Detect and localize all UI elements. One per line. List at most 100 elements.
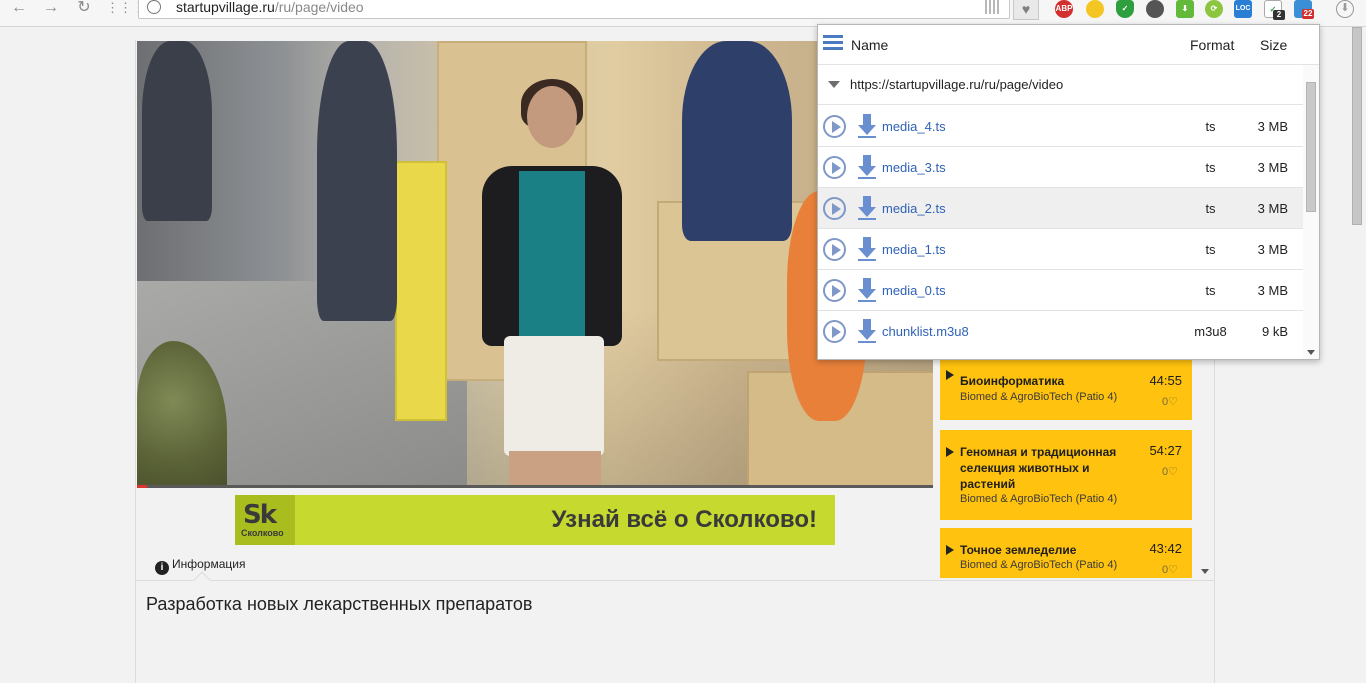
popup-scrollbar-thumb[interactable] — [1306, 82, 1316, 212]
column-format[interactable]: Format — [1190, 37, 1234, 53]
play-circle-icon[interactable] — [823, 156, 846, 179]
file-size: 3 MB — [1257, 201, 1288, 216]
file-row[interactable]: chunklist.m3u8 m3u8 9 kB — [818, 311, 1303, 352]
site-info-icon[interactable] — [147, 0, 161, 14]
video-speaker-legs — [509, 451, 601, 488]
file-row[interactable]: media_1.ts ts 3 MB — [818, 229, 1303, 270]
playlist-item-duration: 43:42 — [1149, 541, 1182, 556]
reload-icon[interactable]: ↻ — [73, 0, 95, 20]
playlist-item[interactable]: Биоинформатика 44:55 Biomed & AgroBioTec… — [940, 360, 1192, 420]
file-size: 3 MB — [1257, 242, 1288, 257]
browser-menu-icon[interactable]: ⬇ — [1336, 0, 1354, 18]
skolkovo-logo: Sk Сколково — [235, 495, 295, 545]
playlist-item-likes[interactable]: 0♡ — [1162, 563, 1178, 576]
scroll-down-icon[interactable] — [1201, 569, 1209, 574]
file-name[interactable]: media_2.ts — [882, 201, 946, 216]
download-icon[interactable] — [858, 278, 876, 303]
file-row[interactable]: media_2.ts ts 3 MB — [818, 188, 1303, 229]
loc-label: LOC — [1235, 5, 1251, 12]
logo-subtitle: Сколково — [241, 528, 284, 538]
file-name[interactable]: media_3.ts — [882, 160, 946, 175]
menu-icon[interactable] — [823, 35, 843, 51]
page-scrollbar-thumb[interactable] — [1352, 27, 1362, 225]
evernote-icon[interactable] — [1146, 0, 1164, 18]
scroll-down-icon[interactable] — [1307, 350, 1315, 355]
file-row[interactable]: media_3.ts ts 3 MB — [818, 147, 1303, 188]
address-url: startupvillage.ru/ru/page/video — [176, 0, 364, 15]
file-size: 9 kB — [1261, 324, 1288, 339]
file-name[interactable]: media_0.ts — [882, 283, 946, 298]
playlist-item-subtitle: Biomed & AgroBioTech (Patio 4) — [960, 391, 1118, 403]
playlist-scrollbar[interactable] — [1198, 350, 1212, 578]
play-circle-icon[interactable] — [823, 238, 846, 261]
playlist-item-likes[interactable]: 0♡ — [1162, 465, 1178, 478]
loc-extension-icon[interactable]: LOC — [1234, 0, 1252, 18]
video-progress-bar[interactable] — [137, 485, 933, 488]
file-size: 3 MB — [1257, 119, 1288, 134]
tab-info-label: Информация — [172, 557, 246, 571]
ring-extension-icon[interactable] — [1086, 0, 1104, 18]
playlist-item-subtitle: Biomed & AgroBioTech (Patio 4) — [960, 559, 1118, 571]
play-icon — [946, 545, 954, 555]
file-row[interactable]: media_4.ts ts 3 MB — [818, 106, 1303, 147]
playlist-item[interactable]: Точное земледелие 43:42 Biomed & AgroBio… — [940, 528, 1192, 578]
play-circle-icon[interactable] — [823, 115, 846, 138]
address-bar[interactable]: startupvillage.ru/ru/page/video — [138, 0, 1010, 19]
video-yellow-panel — [395, 161, 447, 421]
file-name[interactable]: media_4.ts — [882, 119, 946, 134]
file-name[interactable]: chunklist.m3u8 — [882, 324, 969, 339]
adblock-icon[interactable]: ABP — [1055, 0, 1073, 18]
playlist-item-likes[interactable]: 0♡ — [1162, 395, 1178, 408]
back-icon[interactable]: ← — [8, 0, 30, 20]
video-downloader-icon[interactable]: 22 — [1294, 0, 1314, 19]
file-format: ts — [1205, 283, 1216, 298]
download-icon[interactable] — [858, 155, 876, 180]
info-icon: i — [155, 561, 169, 575]
playlist-item-subtitle: Biomed & AgroBioTech (Patio 4) — [960, 493, 1118, 505]
refresh-extension-icon[interactable]: ⟳ — [1205, 0, 1223, 18]
file-size: 3 MB — [1257, 283, 1288, 298]
play-circle-icon[interactable] — [823, 197, 846, 220]
playlist-item-duration: 54:27 — [1149, 443, 1182, 458]
url-path: /ru/page/video — [274, 0, 364, 15]
page-url-group[interactable]: https://startupvillage.ru/ru/page/video — [818, 65, 1303, 105]
file-format: ts — [1205, 119, 1216, 134]
column-name[interactable]: Name — [851, 37, 888, 53]
playlist-item-title: Биоинформатика — [960, 374, 1065, 388]
file-name[interactable]: media_1.ts — [882, 242, 946, 257]
download-icon[interactable] — [858, 114, 876, 139]
shield-check-icon[interactable]: ✓ — [1116, 0, 1134, 18]
check-extension-icon[interactable]: ✓ 2 — [1264, 0, 1285, 20]
apps-grid-icon[interactable]: ⋮⋮⋮ — [106, 0, 145, 20]
page-scrollbar[interactable] — [1349, 27, 1366, 683]
skolkovo-banner[interactable]: Sk Сколково Узнай всё о Сколково! — [235, 495, 835, 545]
logo-sk-text: Sk — [243, 500, 277, 530]
playlist-item-title: Геномная и традиционная селекция животны… — [960, 445, 1117, 491]
download-arrow-icon[interactable]: ⬇ — [1176, 0, 1194, 18]
video-title: Разработка новых лекарственных препарато… — [146, 594, 533, 614]
video-player[interactable] — [137, 41, 933, 488]
heart-icon[interactable]: ♥ — [1013, 0, 1039, 20]
play-circle-icon[interactable] — [823, 279, 846, 302]
video-person — [682, 41, 792, 241]
file-format: ts — [1205, 160, 1216, 175]
file-format: m3u8 — [1194, 324, 1227, 339]
video-downloader-badge: 22 — [1302, 9, 1314, 19]
file-size: 3 MB — [1257, 160, 1288, 175]
column-size[interactable]: Size — [1260, 37, 1287, 53]
download-icon[interactable] — [858, 196, 876, 221]
download-icon[interactable] — [858, 319, 876, 344]
forward-icon[interactable]: → — [40, 0, 62, 20]
qr-code-icon[interactable] — [985, 0, 999, 14]
playlist-item[interactable]: Геномная и традиционная селекция животны… — [940, 430, 1192, 520]
download-icon[interactable] — [858, 237, 876, 262]
collapse-triangle-icon[interactable] — [828, 81, 840, 88]
file-row[interactable]: media_0.ts ts 3 MB — [818, 270, 1303, 311]
play-icon — [946, 370, 954, 380]
video-person — [317, 41, 397, 321]
popup-scrollbar[interactable] — [1303, 65, 1319, 359]
adblock-label: ABP — [1055, 4, 1073, 13]
play-icon — [946, 447, 954, 457]
play-circle-icon[interactable] — [823, 320, 846, 343]
check-extension-badge: 2 — [1273, 10, 1285, 20]
